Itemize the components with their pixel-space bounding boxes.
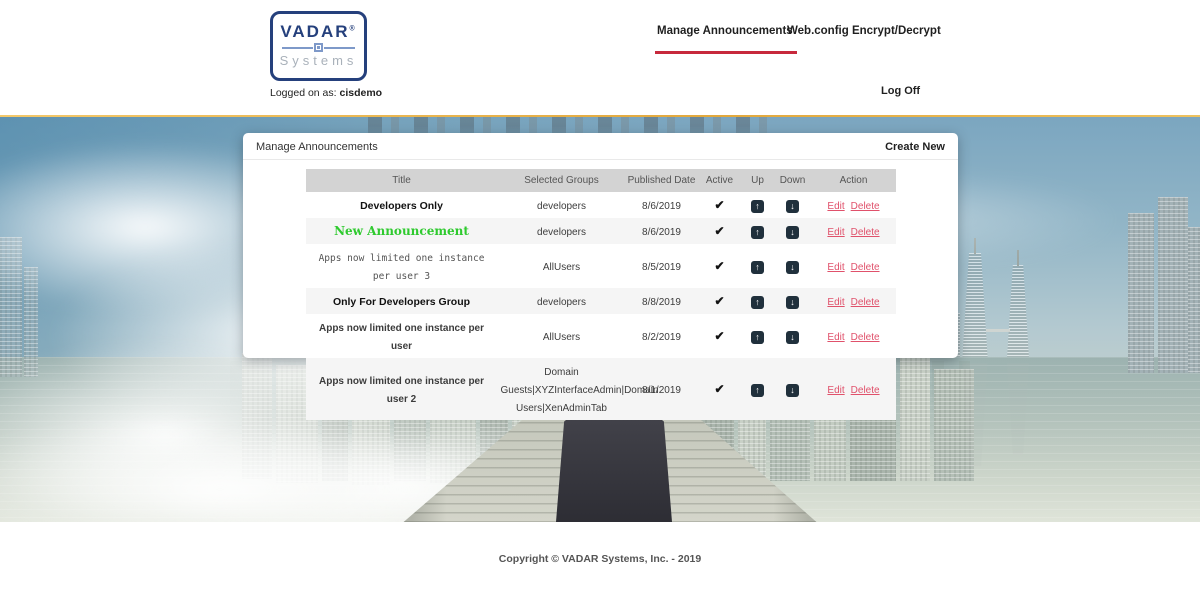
announcement-title: Apps now limited one instance per user 3: [319, 253, 485, 282]
table-row: Apps now limited one instance per user 2…: [306, 358, 896, 420]
column-header-title: Title: [306, 169, 498, 192]
move-up-button[interactable]: ↑: [751, 331, 764, 344]
edit-link[interactable]: Edit: [827, 201, 844, 212]
published-date: 8/5/2019: [642, 262, 681, 273]
active-check-icon: ✔: [714, 259, 724, 273]
edit-link[interactable]: Edit: [827, 297, 844, 308]
move-down-button[interactable]: ↓: [786, 384, 799, 397]
header-gold-divider: [0, 115, 1200, 117]
announcement-title: Only For Developers Group: [333, 296, 470, 308]
table-row: Apps now limited one instance per user Al…: [306, 314, 896, 358]
column-header-active: Active: [698, 169, 742, 192]
logged-on-label: Logged on as:: [270, 87, 337, 99]
announcement-title: New Announcement: [334, 224, 469, 238]
delete-link[interactable]: Delete: [851, 201, 880, 212]
published-date: 8/1/2019: [642, 385, 681, 396]
manage-announcements-panel: Manage Announcements Create New TitleSel…: [243, 133, 958, 358]
copyright-text: Copyright © VADAR Systems, Inc. - 2019: [0, 553, 1200, 565]
move-up-button[interactable]: ↑: [751, 296, 764, 309]
app-header: VADAR® Systems Logged on as: cisdemo Man…: [0, 0, 1200, 115]
logo-subtext: Systems: [273, 53, 364, 68]
building: [1158, 197, 1188, 373]
building: [1188, 227, 1200, 373]
delete-link[interactable]: Delete: [851, 385, 880, 396]
column-header-published-date: Published Date: [626, 169, 698, 192]
logo-divider: [282, 43, 355, 52]
published-date: 8/8/2019: [642, 297, 681, 308]
vadar-logo: VADAR® Systems: [270, 11, 367, 81]
move-up-button[interactable]: ↑: [751, 200, 764, 213]
logged-on-username: cisdemo: [339, 87, 382, 99]
table-row: Only For Developers Group developers 8/8/2…: [306, 288, 896, 314]
building: [900, 353, 930, 481]
registered-mark: ®: [350, 25, 357, 32]
page-footer: Copyright © VADAR Systems, Inc. - 2019: [0, 522, 1200, 600]
create-new-link[interactable]: Create New: [885, 141, 945, 153]
edit-link[interactable]: Edit: [827, 262, 844, 273]
column-header-down: Down: [774, 169, 812, 192]
active-check-icon: ✔: [714, 224, 724, 238]
table-row: Developers Only developers 8/6/2019 ✔ ↑ ↓ Edit…: [306, 192, 896, 218]
panel-header: Manage Announcements Create New: [243, 133, 958, 160]
selected-groups: developers: [537, 201, 586, 212]
move-down-button[interactable]: ↓: [786, 226, 799, 239]
logo-square-icon: [314, 43, 323, 52]
active-check-icon: ✔: [714, 382, 724, 396]
logo-text: VADAR: [280, 22, 349, 41]
move-down-button[interactable]: ↓: [786, 261, 799, 274]
column-header-action: Action: [812, 169, 896, 192]
selected-groups: developers: [537, 227, 586, 238]
delete-link[interactable]: Delete: [851, 227, 880, 238]
active-check-icon: ✔: [714, 294, 724, 308]
selected-groups: AllUsers: [543, 332, 580, 343]
selected-groups: AllUsers: [543, 262, 580, 273]
move-down-button[interactable]: ↓: [786, 331, 799, 344]
table-row: New Announcement developers 8/6/2019 ✔ ↑ ↓ Edi…: [306, 218, 896, 244]
tower-skybridge: [986, 329, 1010, 332]
active-check-icon: ✔: [714, 329, 724, 343]
log-off-link[interactable]: Log Off: [881, 85, 920, 97]
move-up-button[interactable]: ↑: [751, 261, 764, 274]
announcements-table: TitleSelected GroupsPublished DateActive…: [306, 169, 896, 420]
move-up-button[interactable]: ↑: [751, 384, 764, 397]
published-date: 8/6/2019: [642, 227, 681, 238]
move-up-button[interactable]: ↑: [751, 226, 764, 239]
edit-link[interactable]: Edit: [827, 332, 844, 343]
nav-manage-announcements[interactable]: Manage Announcements: [657, 25, 793, 37]
delete-link[interactable]: Delete: [851, 332, 880, 343]
active-check-icon: ✔: [714, 198, 724, 212]
column-header-selected-groups: Selected Groups: [498, 169, 626, 192]
column-header-up: Up: [742, 169, 774, 192]
selected-groups: developers: [537, 297, 586, 308]
announcement-title: Apps now limited one instance per user: [319, 323, 484, 352]
delete-link[interactable]: Delete: [851, 262, 880, 273]
announcement-title: Apps now limited one instance per user 2: [319, 376, 484, 405]
move-down-button[interactable]: ↓: [786, 296, 799, 309]
move-down-button[interactable]: ↓: [786, 200, 799, 213]
logged-on-status: Logged on as: cisdemo: [270, 87, 382, 99]
panel-title: Manage Announcements: [256, 141, 378, 153]
edit-link[interactable]: Edit: [827, 385, 844, 396]
logo-wordmark: VADAR®: [273, 22, 364, 42]
nav-webconfig-encrypt-decrypt[interactable]: Web.config Encrypt/Decrypt: [787, 25, 941, 37]
building: [1128, 213, 1154, 373]
published-date: 8/2/2019: [642, 332, 681, 343]
table-row: Apps now limited one instance per user 3…: [306, 244, 896, 288]
announcement-title: Developers Only: [360, 200, 443, 212]
published-date: 8/6/2019: [642, 201, 681, 212]
edit-link[interactable]: Edit: [827, 227, 844, 238]
delete-link[interactable]: Delete: [851, 297, 880, 308]
table-header: TitleSelected GroupsPublished DateActive…: [306, 169, 896, 192]
